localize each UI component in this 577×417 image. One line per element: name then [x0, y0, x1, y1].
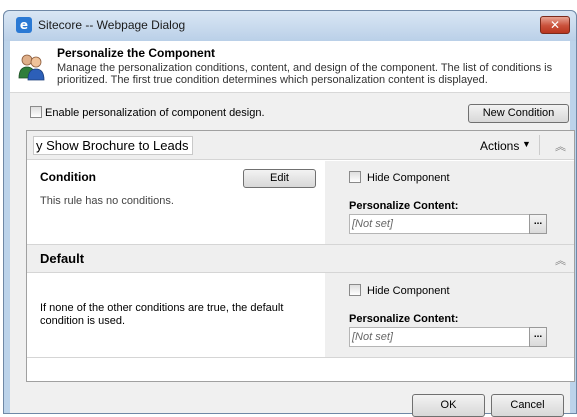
default-browse-button[interactable]: ... [529, 327, 547, 347]
default-hide-component-checkbox[interactable]: Hide Component [349, 284, 450, 297]
enable-personalization-checkbox[interactable]: Enable personalization of component desi… [30, 106, 265, 119]
personalize-content-label: Personalize Content: [349, 200, 459, 212]
personalize-content-label: Personalize Content: [349, 313, 459, 325]
panel-divider [27, 357, 574, 358]
condition-text: This rule has no conditions. [40, 195, 174, 207]
users-icon [18, 54, 45, 81]
collapse-up-icon[interactable]: ︽ [555, 138, 566, 154]
actions-menu[interactable]: Actions [480, 139, 519, 153]
rules-panel: Actions ▼ ︽ Condition Edit This rule has… [26, 130, 575, 382]
title-bar[interactable]: e Sitecore -- Webpage Dialog ✕ [4, 11, 576, 41]
edit-condition-button[interactable]: Edit [243, 169, 316, 188]
default-condition-section: If none of the other conditions are true… [27, 273, 325, 357]
caret-down-icon[interactable]: ▼ [522, 139, 531, 149]
hide-component-label: Hide Component [367, 285, 450, 297]
dialog-header: Personalize the Component Manage the per… [10, 41, 570, 93]
default-title: Default [40, 251, 85, 266]
dialog-title: Personalize the Component [57, 46, 216, 60]
hide-component-checkbox[interactable]: Hide Component [349, 171, 450, 184]
default-content-section: Hide Component Personalize Content: [Not… [325, 273, 574, 357]
default-rule-header: Default ︽ [27, 244, 574, 273]
header-divider [539, 135, 540, 155]
ie-icon: e [16, 17, 32, 33]
condition-section: Condition Edit This rule has no conditio… [27, 161, 325, 244]
default-personalize-content-field[interactable]: [Not set] [349, 327, 530, 347]
hide-component-label: Hide Component [367, 172, 450, 184]
condition-label: Condition [40, 170, 96, 184]
dialog-description: Manage the personalization conditions, c… [57, 62, 553, 86]
checkbox-box[interactable] [349, 284, 361, 297]
close-button[interactable]: ✕ [540, 16, 570, 34]
personalize-content-field[interactable]: [Not set] [349, 214, 530, 234]
window-title: Sitecore -- Webpage Dialog [38, 18, 186, 32]
dialog-body: Personalize the Component Manage the per… [10, 41, 575, 417]
collapse-up-icon[interactable]: ︽ [555, 252, 566, 268]
checkbox-box[interactable] [349, 171, 361, 184]
dialog-window: e Sitecore -- Webpage Dialog ✕ Personali… [3, 10, 577, 417]
rule-content-section: Hide Component Personalize Content: [Not… [325, 161, 574, 244]
checkbox-box[interactable] [30, 106, 42, 119]
enable-personalization-label: Enable personalization of component desi… [45, 107, 265, 119]
rule-header: Actions ▼ ︽ [27, 131, 574, 160]
default-description: If none of the other conditions are true… [40, 302, 284, 327]
rule-name-input[interactable] [33, 136, 193, 155]
new-condition-button[interactable]: New Condition [468, 104, 569, 123]
browse-button[interactable]: ... [529, 214, 547, 234]
